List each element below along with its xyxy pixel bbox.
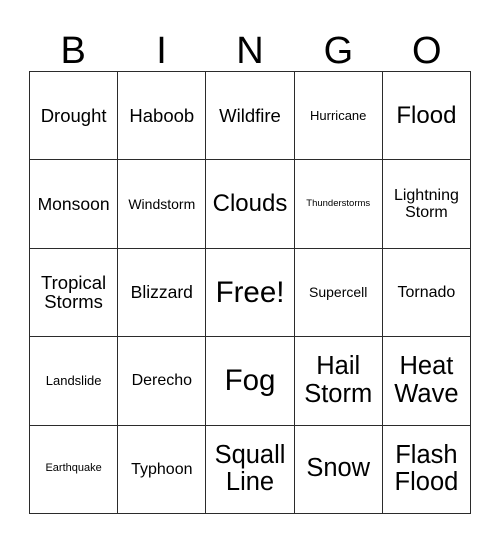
bingo-cell-label: Flood (396, 101, 457, 129)
bingo-cell-i3[interactable]: Blizzard (118, 248, 207, 338)
bingo-cell-label: Snow (306, 454, 371, 483)
bingo-row: Monsoon Windstorm Clouds Thunderstorms L… (30, 160, 472, 249)
bingo-cell-i4[interactable]: Derecho (118, 337, 207, 426)
bingo-cell-label: Fog (224, 363, 276, 397)
bingo-cell-label: Earthquake (45, 462, 102, 475)
bingo-row: Tropical Storms Blizzard Free! Supercell… (30, 248, 472, 338)
bingo-cell-b3[interactable]: Tropical Storms (30, 248, 119, 338)
bingo-header-letter-n: N (236, 30, 264, 72)
bingo-cell-i2[interactable]: Windstorm (118, 160, 207, 249)
bingo-cell-o1[interactable]: Flood (382, 72, 472, 161)
bingo-cell-label: Clouds (212, 190, 288, 218)
bingo-header-letter-b: B (60, 30, 86, 72)
bingo-cell-n4[interactable]: Fog (206, 337, 295, 426)
bingo-cell-n2[interactable]: Clouds (206, 160, 295, 249)
bingo-cell-label: Flash Flood (394, 440, 459, 497)
bingo-cell-label: Windstorm (128, 195, 196, 212)
bingo-row: Earthquake Typhoon Squall Line Snow Flas… (30, 425, 472, 514)
bingo-cell-label: Monsoon (37, 193, 110, 214)
bingo-cell-label: Thunderstorms (306, 197, 371, 209)
bingo-cell-label: Wildfire (219, 104, 281, 126)
bingo-cell-o4[interactable]: Heat Wave (382, 337, 472, 426)
bingo-cell-g4[interactable]: Hail Storm (294, 337, 383, 426)
bingo-free-label: Free! (215, 275, 285, 309)
bingo-header-letter-o: O (411, 30, 442, 72)
bingo-cell-n5[interactable]: Squall Line (206, 425, 295, 514)
bingo-cell-label: Blizzard (130, 282, 193, 303)
bingo-cell-label: Supercell (309, 283, 368, 300)
bingo-cell-o2[interactable]: Lightning Storm (382, 160, 472, 249)
bingo-cell-label: Hail Storm (304, 352, 373, 408)
bingo-header-row: B I N G O (29, 14, 471, 71)
bingo-cell-label: Haboob (129, 104, 195, 126)
bingo-cell-g2[interactable]: Thunderstorms (294, 160, 383, 249)
bingo-cell-i5[interactable]: Typhoon (118, 425, 207, 514)
bingo-cell-label: Drought (40, 104, 107, 126)
bingo-cell-label: Squall Line (214, 440, 286, 497)
bingo-cell-b1[interactable]: Drought (30, 72, 119, 161)
bingo-row: Landslide Derecho Fog Hail Storm Heat Wa… (30, 337, 472, 426)
bingo-cell-label: Lightning Storm (393, 186, 459, 222)
bingo-cell-g5[interactable]: Snow (294, 425, 383, 514)
bingo-row: Drought Haboob Wildfire Hurricane Flood (30, 72, 472, 161)
bingo-cell-b4[interactable]: Landslide (30, 337, 119, 426)
bingo-cell-label: Derecho (131, 372, 193, 390)
bingo-cell-n1[interactable]: Wildfire (206, 72, 295, 161)
bingo-cell-i1[interactable]: Haboob (118, 72, 207, 161)
bingo-cell-b2[interactable]: Monsoon (30, 160, 119, 249)
bingo-header-letter-i: I (156, 30, 167, 72)
bingo-cell-label: Landslide (45, 372, 102, 388)
bingo-card: B I N G O Drought Haboob Wildfire Hurric… (29, 14, 472, 514)
bingo-grid: Drought Haboob Wildfire Hurricane Flood … (29, 71, 472, 514)
bingo-cell-label: Tropical Storms (41, 271, 107, 313)
bingo-cell-g3[interactable]: Supercell (294, 248, 383, 338)
bingo-cell-g1[interactable]: Hurricane (294, 72, 383, 161)
bingo-cell-label: Tornado (397, 283, 456, 301)
bingo-header-letter-g: G (323, 30, 354, 72)
bingo-cell-label: Heat Wave (394, 352, 459, 408)
bingo-cell-o5[interactable]: Flash Flood (382, 425, 472, 514)
bingo-cell-o3[interactable]: Tornado (382, 248, 472, 338)
bingo-cell-label: Hurricane (310, 107, 367, 123)
bingo-cell-b5[interactable]: Earthquake (30, 425, 119, 514)
bingo-cell-free[interactable]: Free! (206, 248, 295, 338)
bingo-cell-label: Typhoon (131, 460, 193, 478)
